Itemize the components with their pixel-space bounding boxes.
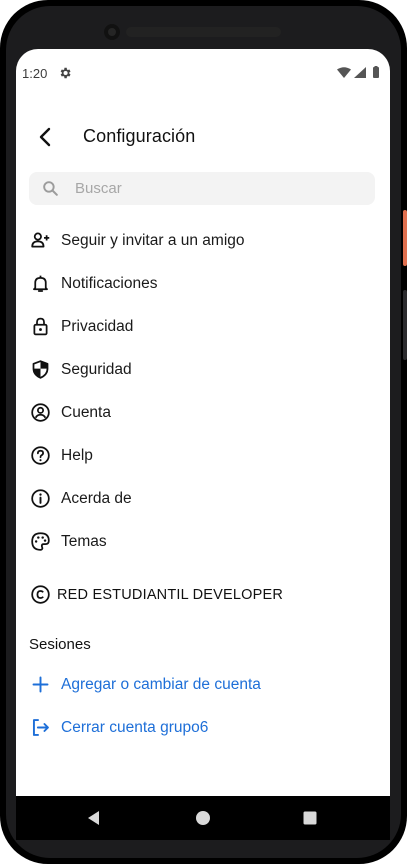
- menu-item-notifications[interactable]: Notificaciones: [16, 263, 390, 306]
- wifi-icon: [337, 67, 351, 78]
- nav-back-icon[interactable]: [84, 808, 104, 828]
- add-account-label: Agregar o cambiar de cuenta: [61, 676, 261, 693]
- nav-recents-icon[interactable]: [300, 808, 320, 828]
- menu-item-about[interactable]: Acerda de: [16, 478, 390, 521]
- power-button[interactable]: [403, 210, 407, 266]
- menu-item-label: Help: [61, 447, 93, 464]
- app-screen: 1:20 Configuración Buscar Seguir y invit…: [16, 49, 390, 796]
- brand-footer: RED ESTUDIANTIL DEVELOPER: [16, 580, 390, 610]
- status-bar: 1:20: [16, 49, 390, 97]
- menu-item-label: Seguir y invitar a un amigo: [61, 232, 245, 249]
- lock-icon: [33, 317, 48, 336]
- phone-frame: 1:20 Configuración Buscar Seguir y invit…: [0, 0, 407, 864]
- nav-home-icon[interactable]: [193, 808, 213, 828]
- app-bar: Configuración: [16, 113, 390, 161]
- menu-item-label: Notificaciones: [61, 275, 158, 292]
- status-icons: [337, 66, 379, 78]
- help-circle-icon: [31, 446, 50, 465]
- logout-button[interactable]: Cerrar cuenta grupo6: [16, 710, 390, 746]
- settings-menu: Seguir y invitar a un amigo Notificacion…: [16, 220, 390, 564]
- battery-icon: [373, 67, 379, 78]
- add-account-button[interactable]: Agregar o cambiar de cuenta: [16, 667, 390, 703]
- menu-item-security[interactable]: Seguridad: [16, 349, 390, 392]
- system-navigation-bar: [16, 796, 390, 840]
- front-camera: [104, 24, 120, 40]
- menu-item-themes[interactable]: Temas: [16, 521, 390, 564]
- person-add-icon: [31, 232, 50, 248]
- menu-item-privacy[interactable]: Privacidad: [16, 306, 390, 349]
- menu-item-label: Cuenta: [61, 404, 111, 421]
- page-title: Configuración: [83, 126, 196, 146]
- menu-item-label: Seguridad: [61, 361, 132, 378]
- signal-icon: [354, 67, 366, 78]
- menu-item-label: Acerda de: [61, 490, 132, 507]
- menu-item-follow-invite[interactable]: Seguir y invitar a un amigo: [16, 220, 390, 263]
- brand-label: RED ESTUDIANTIL DEVELOPER: [57, 587, 284, 603]
- back-arrow-icon[interactable]: [32, 123, 60, 151]
- volume-button[interactable]: [403, 290, 407, 360]
- account-circle-icon: [31, 403, 50, 422]
- menu-item-help[interactable]: Help: [16, 435, 390, 478]
- settings-gear-icon: [60, 67, 71, 79]
- earpiece-speaker: [126, 27, 281, 37]
- search-icon: [43, 181, 58, 196]
- search-input[interactable]: [75, 172, 365, 205]
- menu-item-account[interactable]: Cuenta: [16, 392, 390, 435]
- menu-item-label: Privacidad: [61, 318, 134, 335]
- bell-icon: [33, 275, 48, 292]
- menu-item-label: Temas: [61, 533, 107, 550]
- logout-label: Cerrar cuenta grupo6: [61, 719, 209, 736]
- logout-icon: [32, 719, 49, 736]
- sessions-section-title: Sesiones: [29, 636, 91, 653]
- plus-icon: [32, 676, 49, 693]
- status-time: 1:20: [22, 66, 48, 81]
- search-bar[interactable]: [29, 172, 375, 205]
- shield-icon: [32, 360, 49, 379]
- copyright-icon: [31, 585, 50, 604]
- palette-icon: [31, 532, 50, 551]
- info-icon: [31, 489, 50, 508]
